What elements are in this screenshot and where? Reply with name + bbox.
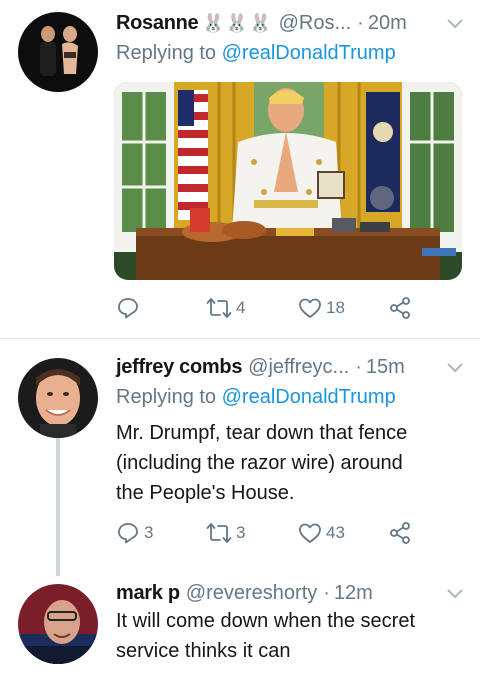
timestamp[interactable]: 15m [366,356,405,379]
retweet-button[interactable]: 3 [206,518,245,548]
heart-icon [299,298,321,318]
like-button[interactable]: 43 [298,518,345,548]
retweet-icon [206,298,232,318]
tweet-jeffrey-combs[interactable]: jeffrey combs @jeffreyc... · 15m Replyin… [0,338,480,578]
retweet-icon [206,523,232,543]
chevron-down-icon[interactable] [444,582,466,604]
avatar[interactable] [18,358,98,438]
timestamp[interactable]: 20m [368,12,407,35]
chevron-down-icon[interactable] [444,12,466,34]
separator-dot: · [355,355,362,378]
tweet-mark-p[interactable]: mark p @revereshorty · 12m It will come … [0,578,480,684]
username[interactable]: @Ros... [279,12,352,35]
mention-link[interactable]: @realDonaldTrump [222,386,396,408]
tweet-text: Mr. Drumpf, tear down that fence (includ… [116,418,460,508]
heart-icon [299,523,321,543]
username[interactable]: @revereshorty [186,582,317,605]
separator-dot: · [357,11,364,34]
tweet-text-line: the People's House. [116,482,295,504]
avatar[interactable] [18,12,98,92]
tweet-rosanne[interactable]: Rosanne 🐰🐰🐰 @Ros... · 20m Replying to @r… [0,0,480,336]
reply-count: 3 [144,523,154,542]
reply-icon [118,523,138,544]
share-button[interactable] [388,293,412,323]
thread-line [56,438,60,576]
tweet-text-line: Mr. Drumpf, tear down that fence [116,422,408,444]
replying-to: Replying to @realDonaldTrump [116,42,396,65]
share-icon [390,522,410,544]
like-count: 18 [326,298,345,317]
tweet-actions: 4 18 [116,293,446,323]
tweet-header: mark p @revereshorty · 12m [116,578,466,608]
like-button[interactable]: 18 [298,293,345,323]
replying-label: Replying to [116,42,217,64]
name-emoji: 🐰🐰🐰 [202,12,273,33]
tweet-header: Rosanne 🐰🐰🐰 @Ros... · 20m [116,8,466,38]
reply-button[interactable]: 3 [116,518,153,548]
share-icon [390,297,410,319]
mention-link[interactable]: @realDonaldTrump [222,42,396,64]
tweet-text: It will come down when the secret servic… [116,606,460,666]
timestamp[interactable]: 12m [334,582,373,605]
tweet-text-line: service thinks it can [116,640,291,662]
replying-to: Replying to @realDonaldTrump [116,386,396,409]
tweet-text-line: It will come down when the secret [116,610,416,632]
share-button[interactable] [388,518,412,548]
reply-icon [118,298,138,319]
chevron-down-icon[interactable] [444,356,466,378]
tweet-header: jeffrey combs @jeffreyc... · 15m [116,352,466,382]
like-count: 43 [326,523,345,542]
tweet-image[interactable] [114,82,462,280]
retweet-count: 4 [236,298,246,317]
avatar[interactable] [18,584,98,664]
reply-button[interactable] [116,293,144,323]
separator-dot: · [323,581,330,604]
display-name[interactable]: jeffrey combs [116,356,242,379]
username[interactable]: @jeffreyc... [248,356,349,379]
tweet-actions: 3 3 43 [116,518,446,548]
display-name[interactable]: Rosanne [116,12,199,35]
replying-label: Replying to [116,386,217,408]
display-name[interactable]: mark p [116,582,180,605]
retweet-button[interactable]: 4 [206,293,245,323]
tweet-text-line: (including the razor wire) around [116,452,403,474]
retweet-count: 3 [236,523,246,542]
